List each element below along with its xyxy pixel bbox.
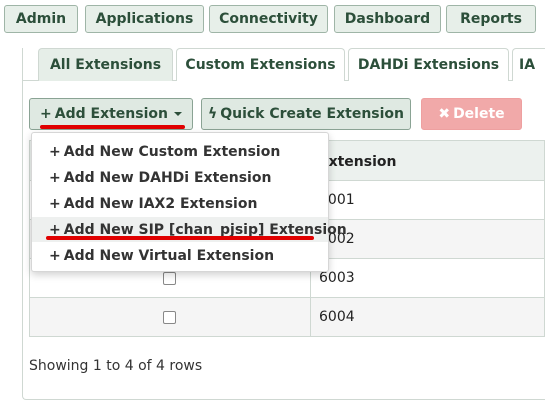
extension-column-header[interactable]: Extension bbox=[310, 141, 545, 182]
menu-item-label: Add New DAHDi Extension bbox=[63, 169, 272, 186]
nav-reports-button[interactable]: Reports bbox=[446, 5, 536, 33]
menu-item-label: Add New Custom Extension bbox=[63, 143, 281, 160]
quick-create-label: Quick Create Extension bbox=[220, 106, 405, 122]
add-extension-label: Add Extension bbox=[54, 106, 168, 122]
extension-cell: 6003 bbox=[310, 259, 545, 297]
tab-iax-extensions[interactable]: IA bbox=[512, 48, 545, 81]
plus-icon: + bbox=[49, 195, 61, 212]
table-row[interactable]: 6004 bbox=[29, 298, 545, 337]
annotation-underline-sip bbox=[46, 236, 314, 240]
top-nav: Admin Applications Connectivity Dashboar… bbox=[0, 0, 545, 36]
nav-applications-button[interactable]: Applications bbox=[85, 5, 204, 33]
annotation-underline-add bbox=[40, 125, 185, 129]
menu-item-iax2-extension[interactable]: + Add New IAX2 Extension bbox=[32, 191, 328, 216]
nav-connectivity-button[interactable]: Connectivity bbox=[209, 5, 328, 33]
times-icon: ✖ bbox=[438, 106, 451, 122]
bolt-icon: ϟ bbox=[207, 106, 218, 122]
tab-all-extensions[interactable]: All Extensions bbox=[38, 48, 173, 81]
nav-admin-button[interactable]: Admin bbox=[4, 5, 78, 33]
delete-button[interactable]: ✖ Delete bbox=[421, 98, 522, 130]
menu-item-label: Add New IAX2 Extension bbox=[63, 195, 258, 212]
menu-item-virtual-extension[interactable]: + Add New Virtual Extension bbox=[32, 243, 328, 268]
plus-icon: + bbox=[40, 106, 52, 122]
menu-item-label: Add New Virtual Extension bbox=[63, 247, 275, 264]
plus-icon: + bbox=[49, 247, 61, 264]
menu-item-dahdi-extension[interactable]: + Add New DAHDi Extension bbox=[32, 165, 328, 190]
menu-item-custom-extension[interactable]: + Add New Custom Extension bbox=[32, 139, 328, 164]
plus-icon: + bbox=[49, 169, 61, 186]
delete-label: Delete bbox=[453, 106, 505, 122]
plus-icon: + bbox=[49, 143, 61, 160]
caret-down-icon bbox=[173, 112, 182, 116]
row-checkbox[interactable] bbox=[163, 272, 176, 285]
extension-cell: 6001 bbox=[310, 181, 545, 219]
pagination-info: Showing 1 to 4 of 4 rows bbox=[29, 358, 203, 374]
add-extension-dropdown: + Add New Custom Extension + Add New DAH… bbox=[31, 132, 347, 272]
extension-cell: 6004 bbox=[310, 298, 545, 336]
tab-custom-extensions[interactable]: Custom Extensions bbox=[176, 48, 345, 81]
nav-dashboard-button[interactable]: Dashboard bbox=[334, 5, 441, 33]
row-checkbox[interactable] bbox=[163, 311, 176, 324]
tab-dahdi-extensions[interactable]: DAHDi Extensions bbox=[348, 48, 509, 81]
quick-create-extension-button[interactable]: ϟ Quick Create Extension bbox=[201, 98, 411, 130]
